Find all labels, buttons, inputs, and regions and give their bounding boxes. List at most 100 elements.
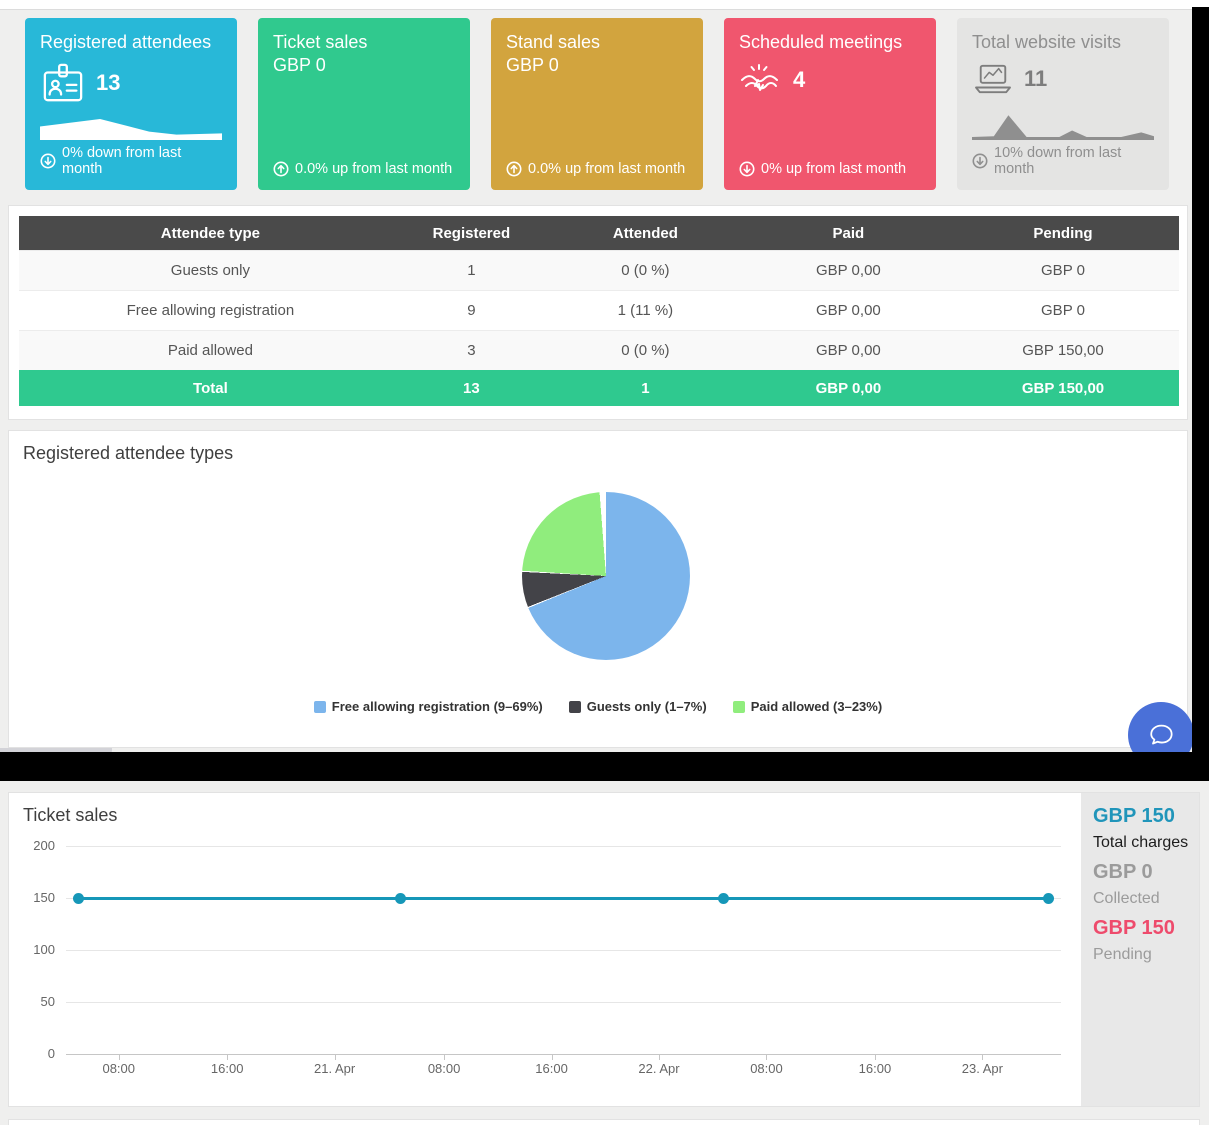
y-gridline [66, 1002, 1061, 1003]
data-point-marker[interactable] [395, 893, 406, 904]
card-website-visits: Total website visits 11 10% down from la… [957, 18, 1169, 190]
card-trend-text: 0.0% up from last month [528, 161, 685, 177]
redaction-band [0, 752, 1209, 781]
table-row: Guests only 1 0 (0 %) GBP 0,00 GBP 0 [19, 251, 1179, 291]
x-axis-tick-mark [875, 1054, 876, 1060]
cell-paid: GBP 0,00 [750, 291, 947, 331]
data-point-marker[interactable] [1043, 893, 1054, 904]
cell-registered: 1 [402, 251, 541, 291]
attendee-table-panel: Attendee type Registered Attended Paid P… [8, 205, 1188, 420]
card-value: 11 [1024, 66, 1047, 92]
ticket-sales-line-chart: Ticket sales 200 150 100 50 0 08:00 16:00 21. A… [9, 793, 1081, 1106]
y-gridline [66, 846, 1061, 847]
x-axis-tick-mark [227, 1054, 228, 1060]
legend-item[interactable]: Guests only (1–7%) [569, 699, 707, 714]
table-row: Free allowing registration 9 1 (11 %) GB… [19, 291, 1179, 331]
x-axis-tick-label: 16:00 [535, 1061, 568, 1076]
top-bar [0, 0, 1209, 10]
x-axis-tick-mark [766, 1054, 767, 1060]
legend-item[interactable]: Free allowing registration (9–69%) [314, 699, 543, 714]
table-header-row: Attendee type Registered Attended Paid P… [19, 216, 1179, 251]
attendees-sparkline [40, 110, 222, 140]
cell-pending: GBP 0 [947, 291, 1179, 331]
y-axis-tick-label: 0 [9, 1046, 55, 1061]
trend-up-circle-icon [506, 161, 522, 177]
trend-down-circle-icon [739, 161, 755, 177]
collected-label: Collected [1093, 886, 1191, 912]
card-trend-text: 0.0% up from last month [295, 161, 452, 177]
next-panel-top-edge [8, 1119, 1200, 1125]
x-axis-tick-label: 08:00 [428, 1061, 461, 1076]
attendee-types-pie-chart[interactable] [522, 492, 690, 660]
legend-label: Paid allowed (3–23%) [751, 699, 883, 714]
ticket-sales-panel: Ticket sales 200 150 100 50 0 08:00 16:00 21. A… [8, 792, 1200, 1107]
x-axis-tick-label: 16:00 [859, 1061, 892, 1076]
x-axis-tick-mark [982, 1054, 983, 1060]
card-title: Stand sales [506, 31, 688, 54]
x-axis-tick-mark [659, 1054, 660, 1060]
x-axis-tick-label: 08:00 [750, 1061, 783, 1076]
cell-registered: 9 [402, 291, 541, 331]
card-trend-text: 0% up from last month [761, 161, 906, 177]
collected-value: GBP 0 [1093, 859, 1191, 886]
data-point-marker[interactable] [73, 893, 84, 904]
x-axis-tick-mark [119, 1054, 120, 1060]
cell-paid: GBP 0,00 [750, 251, 947, 291]
x-axis-tick-label: 22. Apr [638, 1061, 679, 1076]
cell-pending: GBP 150,00 [947, 331, 1179, 371]
x-axis-tick-mark [335, 1054, 336, 1060]
cell-type: Paid allowed [19, 331, 402, 371]
col-attendee-type: Attendee type [19, 216, 402, 251]
chat-bubble-icon [1145, 719, 1177, 751]
trend-down-circle-icon [40, 153, 56, 169]
card-value: 13 [96, 70, 120, 96]
legend-label: Free allowing registration (9–69%) [332, 699, 543, 714]
ticket-sales-series-line [79, 897, 1048, 900]
laptop-icon [972, 62, 1014, 96]
x-axis-tick-label: 23. Apr [962, 1061, 1003, 1076]
handshake-icon [739, 62, 783, 98]
y-axis-tick-label: 150 [9, 890, 55, 905]
cell-pending: GBP 150,00 [947, 370, 1179, 406]
card-subtitle: GBP 0 [506, 54, 688, 77]
cell-paid: GBP 0,00 [750, 370, 947, 406]
pie-legend: Free allowing registration (9–69%) Guest… [9, 699, 1187, 714]
legend-item[interactable]: Paid allowed (3–23%) [733, 699, 883, 714]
card-subtitle: GBP 0 [273, 54, 455, 77]
data-point-marker[interactable] [718, 893, 729, 904]
pending-label: Pending [1093, 942, 1191, 968]
redaction-strip [1192, 7, 1209, 781]
legend-swatch [733, 701, 745, 713]
legend-swatch [314, 701, 326, 713]
trend-down-circle-icon [972, 153, 988, 169]
col-paid: Paid [750, 216, 947, 251]
col-pending: Pending [947, 216, 1179, 251]
table-row: Paid allowed 3 0 (0 %) GBP 0,00 GBP 150,… [19, 331, 1179, 371]
card-registered-attendees: Registered attendees 13 0% down from las… [25, 18, 237, 190]
pending-value: GBP 150 [1093, 915, 1191, 942]
x-axis-tick-label: 16:00 [211, 1061, 244, 1076]
cell-type: Free allowing registration [19, 291, 402, 331]
cell-paid: GBP 0,00 [750, 331, 947, 371]
cell-registered: 3 [402, 331, 541, 371]
stat-cards-row: Registered attendees 13 0% down from las… [25, 18, 1169, 190]
cell-pending: GBP 0 [947, 251, 1179, 291]
card-value: 4 [793, 67, 805, 93]
y-axis-tick-label: 100 [9, 942, 55, 957]
card-ticket-sales: Ticket sales GBP 0 0.0% up from last mon… [258, 18, 470, 190]
card-title: Ticket sales [273, 31, 455, 54]
card-title: Total website visits [972, 31, 1154, 54]
pie-chart-panel: Registered attendee types Free allowing … [8, 430, 1188, 748]
y-axis-tick-label: 50 [9, 994, 55, 1009]
ticket-sales-title: Ticket sales [23, 805, 117, 826]
x-axis-tick-label: 08:00 [102, 1061, 135, 1076]
total-charges-label: Total charges [1093, 830, 1191, 856]
card-trend-text: 10% down from last month [994, 145, 1154, 177]
card-title: Scheduled meetings [739, 31, 921, 54]
total-charges-value: GBP 150 [1093, 803, 1191, 830]
y-axis-tick-label: 200 [9, 838, 55, 853]
table-total-row: Total 13 1 GBP 0,00 GBP 150,00 [19, 370, 1179, 406]
x-axis-tick-label: 21. Apr [314, 1061, 355, 1076]
pie-chart-title: Registered attendee types [23, 443, 233, 464]
visits-sparkline [972, 102, 1154, 140]
